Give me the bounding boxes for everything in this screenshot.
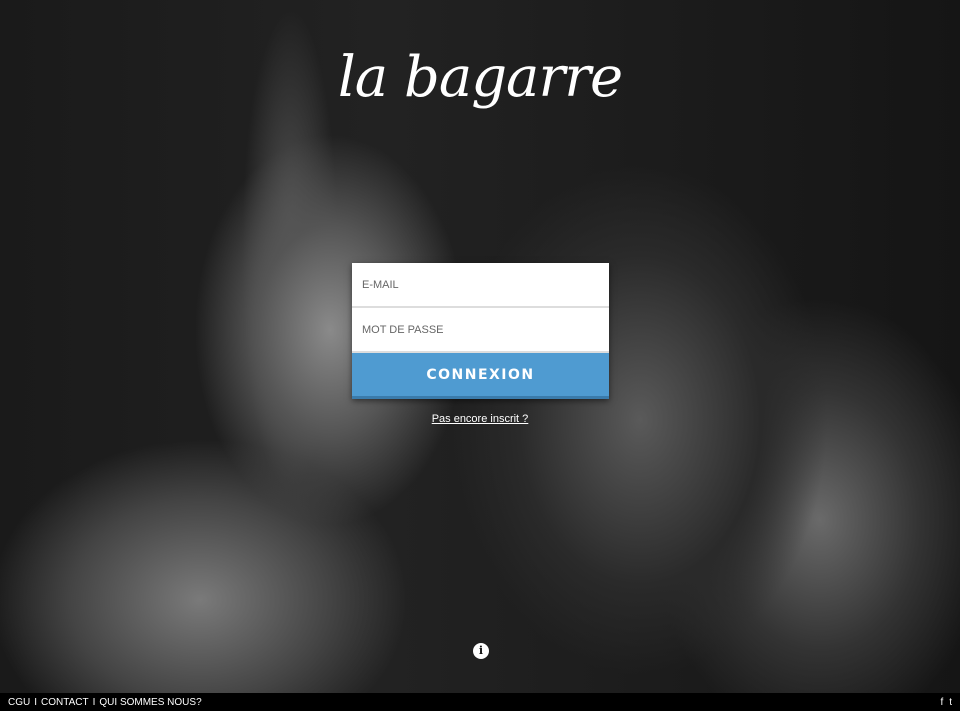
connexion-button[interactable]: CONNEXION bbox=[352, 353, 609, 399]
password-input[interactable] bbox=[362, 323, 599, 336]
login-form: CONNEXION bbox=[352, 263, 609, 399]
footer-link-about[interactable]: QUI SOMMES NOUS? bbox=[99, 697, 201, 708]
logo: la bagarre bbox=[337, 45, 623, 110]
social-links: f t bbox=[940, 697, 952, 708]
separator: I bbox=[34, 696, 38, 708]
footer: CGU I CONTACT I QUI SOMMES NOUS? f t bbox=[0, 693, 960, 711]
info-icon[interactable]: i bbox=[473, 643, 489, 659]
facebook-icon[interactable]: f bbox=[940, 697, 943, 708]
signup-link[interactable]: Pas encore inscrit ? bbox=[432, 413, 529, 425]
email-field-wrapper bbox=[352, 263, 609, 308]
password-field-wrapper bbox=[352, 308, 609, 353]
twitter-icon[interactable]: t bbox=[949, 697, 952, 708]
signup-container: Pas encore inscrit ? bbox=[0, 409, 960, 427]
email-input[interactable] bbox=[362, 278, 599, 291]
footer-link-cgu[interactable]: CGU bbox=[8, 697, 30, 708]
separator: I bbox=[92, 696, 96, 708]
footer-link-contact[interactable]: CONTACT bbox=[41, 697, 89, 708]
